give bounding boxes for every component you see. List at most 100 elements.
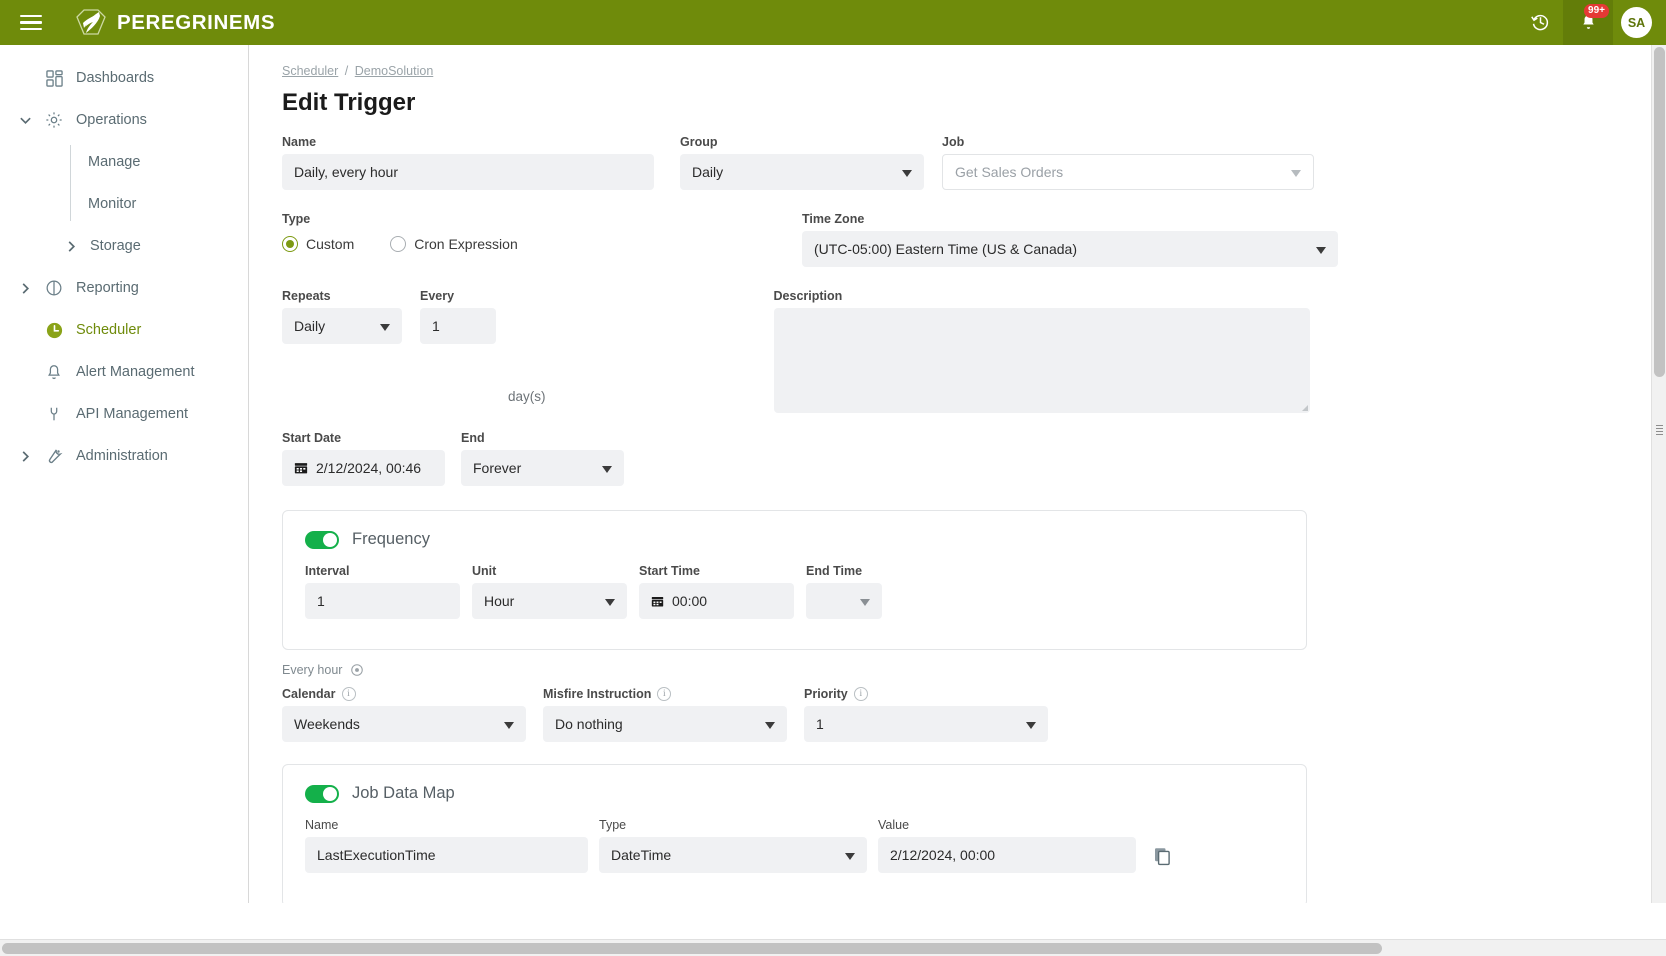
sidebar-item-storage[interactable]: Storage bbox=[0, 225, 248, 267]
column-header-name: Name bbox=[305, 818, 339, 832]
field-description: Description bbox=[773, 289, 1310, 413]
info-icon[interactable]: i bbox=[341, 687, 356, 701]
copy-icon[interactable] bbox=[1154, 847, 1172, 873]
bell-icon bbox=[38, 363, 70, 381]
info-icon[interactable]: i bbox=[853, 687, 868, 701]
sidebar-nav: Dashboards Operations Manage Monitor Sto… bbox=[0, 45, 249, 903]
history-icon[interactable] bbox=[1517, 0, 1563, 45]
radio-custom[interactable]: Custom bbox=[282, 236, 354, 252]
unit-select[interactable]: Hour bbox=[472, 583, 627, 619]
sidebar-item-manage[interactable]: Manage bbox=[70, 141, 248, 183]
field-label: End bbox=[461, 431, 485, 445]
frequency-toggle[interactable] bbox=[305, 530, 339, 549]
info-icon[interactable]: i bbox=[657, 687, 672, 701]
frequency-panel: Frequency Interval 1 Unit Hour Start Tim… bbox=[282, 510, 1307, 650]
field-end-time: End Time bbox=[806, 564, 882, 619]
radio-cron-expression[interactable]: Cron Expression bbox=[390, 236, 518, 252]
radio-dot bbox=[390, 236, 407, 252]
start-date-input[interactable]: 2/12/2024, 00:46 bbox=[282, 450, 445, 486]
radio-dot bbox=[282, 236, 298, 252]
main-content: Scheduler / DemoSolution Edit Trigger Na… bbox=[249, 45, 1651, 903]
vertical-scrollbar[interactable] bbox=[1651, 45, 1666, 903]
frequency-summary: Every hour bbox=[282, 663, 1651, 677]
jdm-value-input[interactable]: 2/12/2024, 00:00 bbox=[878, 837, 1136, 873]
breadcrumb: Scheduler / DemoSolution bbox=[282, 64, 1651, 78]
calendar-icon[interactable] bbox=[651, 595, 664, 608]
vertical-scroll-thumb[interactable] bbox=[1654, 47, 1665, 377]
brand-logo[interactable]: PEREGRINEMS bbox=[74, 6, 275, 40]
field-misfire-instruction: Misfire Instruction i Do nothing bbox=[543, 687, 787, 742]
description-textarea[interactable] bbox=[773, 308, 1310, 413]
misfire-select[interactable]: Do nothing bbox=[543, 706, 787, 742]
page-title: Edit Trigger bbox=[282, 89, 416, 116]
sidebar-item-administration[interactable]: Administration bbox=[0, 435, 248, 477]
frequency-summary-text: Every hour bbox=[282, 663, 343, 677]
field-calendar: Calendar i Weekends bbox=[282, 687, 526, 742]
notification-badge: 99+ bbox=[1584, 4, 1609, 18]
time-zone-select[interactable]: (UTC-05:00) Eastern Time (US & Canada) bbox=[802, 231, 1338, 267]
peregrine-bird-icon bbox=[74, 6, 108, 40]
sidebar-item-dashboards[interactable]: Dashboards bbox=[0, 57, 248, 99]
sidebar-item-label: Storage bbox=[90, 238, 141, 254]
name-input[interactable]: Daily, every hour bbox=[282, 154, 654, 190]
calendar-select[interactable]: Weekends bbox=[282, 706, 526, 742]
radio-label: Custom bbox=[306, 236, 355, 252]
chevron-right-icon[interactable] bbox=[12, 282, 38, 295]
field-label: Repeats bbox=[282, 289, 331, 303]
hamburger-icon[interactable] bbox=[8, 0, 54, 45]
start-date-value: 2/12/2024, 00:46 bbox=[316, 460, 422, 476]
chevron-right-icon[interactable] bbox=[58, 240, 84, 253]
sidebar-item-monitor[interactable]: Monitor bbox=[70, 183, 248, 225]
field-every: Every 1 bbox=[420, 289, 496, 413]
field-label: Unit bbox=[472, 564, 497, 578]
sidebar-item-api-management[interactable]: API Management bbox=[0, 393, 248, 435]
jdm-type-select[interactable]: DateTime bbox=[599, 837, 867, 873]
sidebar-item-label: Reporting bbox=[76, 280, 139, 296]
calendar-icon[interactable] bbox=[294, 461, 308, 475]
every-input[interactable]: 1 bbox=[420, 308, 496, 344]
frequency-title: Frequency bbox=[352, 530, 430, 548]
sidebar-item-reporting[interactable]: Reporting bbox=[0, 267, 248, 309]
chevron-right-icon[interactable] bbox=[12, 450, 38, 463]
sidebar-item-label: Alert Management bbox=[76, 364, 195, 380]
field-priority: Priority i 1 bbox=[804, 687, 1048, 742]
avatar[interactable]: SA bbox=[1621, 7, 1652, 38]
horizontal-scrollbar[interactable] bbox=[0, 939, 1666, 956]
sidebar-item-operations[interactable]: Operations bbox=[0, 99, 248, 141]
gear-icon bbox=[38, 111, 70, 129]
every-suffix-label: day(s) bbox=[508, 389, 546, 404]
end-time-select[interactable] bbox=[806, 583, 882, 619]
breadcrumb-link-demosolution[interactable]: DemoSolution bbox=[355, 64, 434, 78]
wrench-icon bbox=[38, 447, 70, 465]
interval-input[interactable]: 1 bbox=[305, 583, 460, 619]
job-data-map-panel: Job Data Map Name LastExecutionTime Type… bbox=[282, 764, 1307, 903]
field-unit: Unit Hour bbox=[472, 564, 627, 619]
group-select[interactable]: Daily bbox=[680, 154, 924, 190]
frequency-header: Frequency bbox=[305, 530, 1284, 549]
priority-select[interactable]: 1 bbox=[804, 706, 1048, 742]
horizontal-scroll-thumb[interactable] bbox=[2, 943, 1382, 954]
eye-icon[interactable] bbox=[350, 663, 364, 677]
breadcrumb-separator: / bbox=[344, 64, 349, 78]
breadcrumb-link-scheduler[interactable]: Scheduler bbox=[282, 64, 338, 78]
jdm-name-input[interactable]: LastExecutionTime bbox=[305, 837, 588, 873]
sidebar-item-label: Manage bbox=[88, 154, 141, 170]
field-interval: Interval 1 bbox=[305, 564, 460, 619]
top-app-bar: PEREGRINEMS 99+ SA bbox=[0, 0, 1666, 45]
job-data-map-toggle[interactable] bbox=[305, 784, 339, 803]
sidebar-subgroup-operations: Manage Monitor bbox=[70, 141, 248, 225]
sidebar-item-alert-management[interactable]: Alert Management bbox=[0, 351, 248, 393]
sidebar-item-label: Dashboards bbox=[76, 70, 155, 86]
end-select[interactable]: Forever bbox=[461, 450, 624, 486]
chevron-down-icon[interactable] bbox=[12, 114, 38, 127]
start-time-input[interactable]: 00:00 bbox=[639, 583, 794, 619]
field-group: Group Daily bbox=[680, 135, 924, 190]
field-label: Every bbox=[420, 289, 455, 303]
field-start-time: Start Time 00:00 bbox=[639, 564, 794, 619]
job-data-map-header: Job Data Map bbox=[305, 784, 1284, 803]
field-name: Name Daily, every hour bbox=[282, 135, 654, 190]
sidebar-item-scheduler[interactable]: Scheduler bbox=[0, 309, 248, 351]
notifications-button[interactable]: 99+ bbox=[1563, 0, 1613, 45]
field-label: Start Date bbox=[282, 431, 342, 445]
repeats-select[interactable]: Daily bbox=[282, 308, 402, 344]
